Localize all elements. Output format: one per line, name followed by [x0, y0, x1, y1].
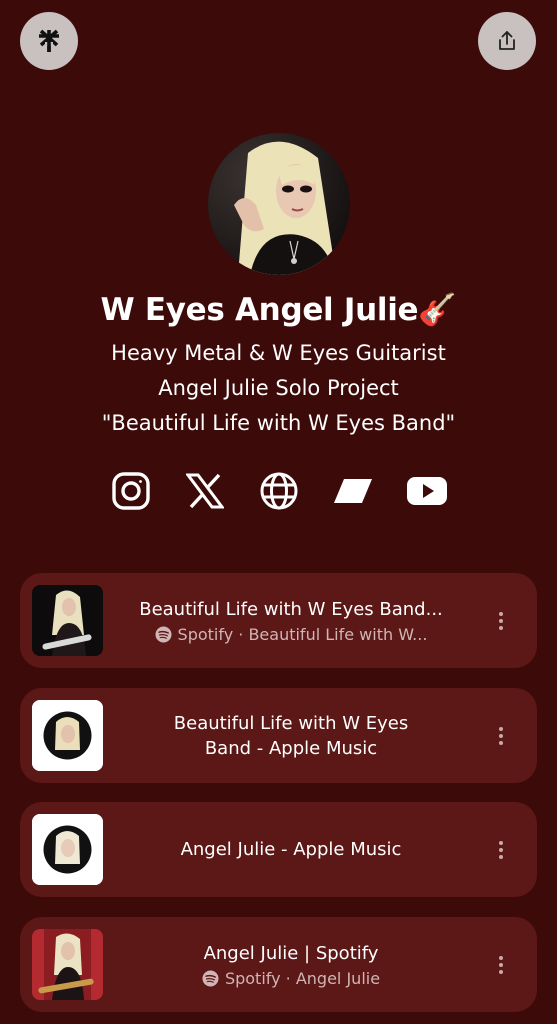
website-link[interactable] — [258, 470, 300, 512]
link-text: Beautiful Life with W Eyes Band... Spoti… — [115, 573, 467, 668]
more-options-icon[interactable] — [489, 609, 513, 633]
link-card[interactable]: Beautiful Life with W Eyes Band - Apple … — [20, 688, 537, 783]
youtube-icon — [406, 477, 447, 505]
link-subtitle-text: Spotify · Angel Julie — [224, 969, 381, 988]
link-card[interactable]: Beautiful Life with W Eyes Band... Spoti… — [20, 573, 537, 668]
instagram-icon — [111, 472, 150, 510]
youtube-link[interactable] — [406, 470, 448, 512]
more-options-icon[interactable] — [489, 724, 513, 748]
share-icon — [499, 31, 515, 50]
bio-line: Heavy Metal & W Eyes Guitarist — [111, 341, 446, 365]
link-title: Angel Julie | Spotify — [203, 943, 379, 964]
link-card[interactable]: Angel Julie | Spotify Spotify · Angel Ju… — [20, 917, 537, 1012]
link-text: Beautiful Life with W Eyes Band - Apple … — [115, 688, 467, 783]
more-options-icon[interactable] — [489, 838, 513, 862]
link-title: Beautiful Life with W Eyes Band - Apple … — [173, 712, 409, 759]
link-thumbnail — [32, 585, 103, 656]
link-subtitle: Spotify · Beautiful Life with W... — [155, 625, 428, 644]
bio-line: Angel Julie Solo Project — [158, 376, 399, 400]
profile-bio: Heavy Metal & W Eyes Guitarist Angel Jul… — [0, 336, 557, 441]
link-thumbnail — [32, 814, 103, 885]
link-text: Angel Julie - Apple Music — [115, 802, 467, 897]
link-text: Angel Julie | Spotify Spotify · Angel Ju… — [115, 917, 467, 1012]
linktree-logo-button[interactable] — [20, 12, 78, 70]
link-title: Beautiful Life with W Eyes Band... — [139, 599, 443, 620]
linktree-asterisk-icon — [39, 29, 59, 52]
bio-line: "Beautiful Life with W Eyes Band" — [101, 411, 456, 435]
link-thumbnail — [32, 700, 103, 771]
x-link[interactable] — [184, 470, 226, 512]
parallelogram-icon — [333, 479, 372, 503]
avatar — [208, 133, 350, 275]
linktree-page: W Eyes Angel Julie🎸 Heavy Metal & W Eyes… — [0, 0, 557, 1024]
share-button[interactable] — [478, 12, 536, 70]
profile-name: W Eyes Angel Julie🎸 — [100, 292, 457, 328]
link-subtitle: Spotify · Angel Julie — [202, 969, 380, 988]
link-title: Angel Julie - Apple Music — [180, 839, 402, 860]
social-icons — [0, 468, 557, 514]
instagram-link[interactable] — [110, 470, 152, 512]
link-subtitle-text: Spotify · Beautiful Life with W... — [177, 625, 428, 644]
link-parallelogram[interactable] — [332, 470, 374, 512]
spotify-icon — [202, 970, 219, 987]
more-options-icon[interactable] — [489, 953, 513, 977]
link-card[interactable]: Angel Julie - Apple Music — [20, 802, 537, 897]
spotify-icon — [155, 626, 172, 643]
globe-icon — [260, 472, 297, 510]
link-thumbnail — [32, 929, 103, 1000]
x-icon — [185, 473, 224, 509]
